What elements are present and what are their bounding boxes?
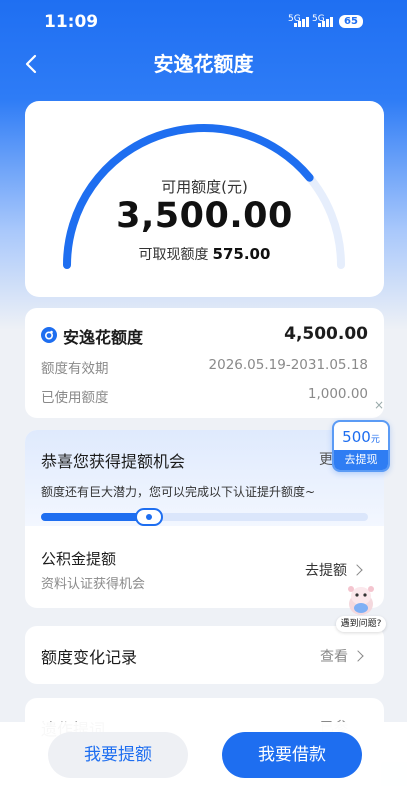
increase-title: 恭喜您获得提额机会 [41, 452, 186, 471]
increase-quota-button[interactable]: 我要提额 [48, 732, 188, 778]
fund-title: 公积金提额 [41, 550, 117, 568]
bottom-bar: 我要提额 我要借款 [0, 722, 407, 786]
records-view-label: 查看 [320, 649, 348, 665]
promo-close-button[interactable]: × [374, 398, 384, 412]
increase-card: 恭喜您获得提额机会 更 额度还有巨大潜力，您可以完成以下认证提升额度~ 公积金提… [25, 430, 384, 608]
product-name: 安逸花额度 [63, 328, 144, 347]
status-time: 11:09 [44, 12, 99, 32]
page-title: 安逸花额度 [153, 52, 254, 76]
cash-line: 可取现额度 575.00 [25, 244, 384, 264]
promo-amount-unit: 元 [370, 435, 380, 445]
help-mascot-button[interactable]: 遇到问题? [336, 580, 386, 636]
product-total: 4,500.00 [284, 324, 368, 344]
increase-header [25, 430, 384, 526]
signal-icon [294, 17, 309, 27]
cash-label: 可取现额度 [138, 247, 209, 263]
progress-bar [41, 508, 368, 526]
help-label: 遇到问题? [336, 616, 386, 632]
promo-amount-value: 500 [342, 428, 371, 446]
promo-cta: 去提现 [334, 450, 388, 470]
signal-icon-2 [318, 17, 333, 27]
validity-label: 额度有效期 [41, 361, 109, 377]
product-logo-icon [41, 327, 57, 343]
used-label: 已使用额度 [41, 390, 109, 406]
increase-more-link[interactable]: 更 [319, 449, 333, 469]
battery-icon: 65 [339, 15, 363, 28]
records-title: 额度变化记录 [41, 648, 138, 667]
status-bar: 11:09 5G 5G 65 [0, 0, 407, 44]
chevron-right-icon [351, 564, 363, 576]
fund-subtitle: 资料认证获得机会 [41, 577, 146, 592]
progress-fill [41, 513, 149, 521]
cash-amount: 575.00 [212, 245, 271, 263]
product-info-card: 安逸花额度 4,500.00 额度有效期 2026.05.19-2031.05.… [25, 308, 384, 418]
chevron-right-icon [352, 650, 364, 662]
available-label: 可用额度(元) [161, 178, 248, 196]
records-card[interactable]: 额度变化记录 查看 [25, 626, 384, 684]
mascot-icon [348, 586, 374, 615]
progress-knob [134, 508, 163, 526]
increase-description: 额度还有巨大潜力，您可以完成以下认证提升额度~ [41, 485, 316, 499]
used-value: 1,000.00 [307, 386, 368, 402]
fund-button-label: 去提额 [305, 563, 347, 579]
promo-amount: 500元 [334, 428, 388, 446]
promo-withdraw-badge[interactable]: 500元 去提现 [332, 420, 390, 472]
available-amount: 3,500.00 [116, 196, 293, 236]
quota-card: 可用额度(元) 3,500.00 可取现额度 575.00 [25, 101, 384, 297]
validity-value: 2026.05.19-2031.05.18 [208, 357, 368, 373]
records-view-button[interactable]: 查看 [320, 646, 364, 666]
fund-increase-button[interactable]: 去提额 [305, 560, 363, 580]
borrow-button[interactable]: 我要借款 [222, 732, 362, 778]
